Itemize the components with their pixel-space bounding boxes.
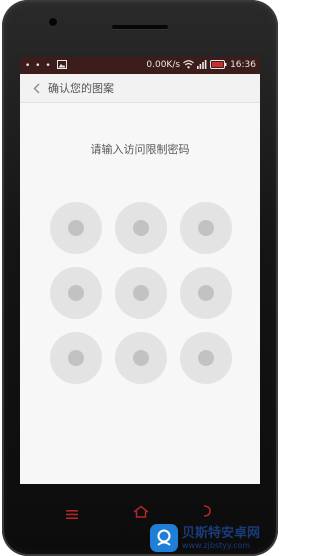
pattern-dot-1[interactable] [50,202,102,254]
pattern-dot-7[interactable] [50,332,102,384]
pattern-dot-5[interactable] [115,267,167,319]
site-watermark: 贝斯特安卓网 www.zjbstyy.com [150,522,276,554]
screen: • • • 0.00K/s 16:36 确认您的图案 请输入访问限制密码 [20,57,260,484]
front-camera [49,18,57,26]
pattern-dot-core [133,220,149,236]
pattern-dot-core [198,220,214,236]
watermark-text: 贝斯特安卓网 www.zjbstyy.com [182,526,260,551]
pattern-dot-core [133,285,149,301]
pattern-dot-4[interactable] [50,267,102,319]
watermark-url: www.zjbstyy.com [182,540,251,550]
pattern-dot-6[interactable] [180,267,232,319]
pattern-dot-3[interactable] [180,202,232,254]
phone-frame: • • • 0.00K/s 16:36 确认您的图案 请输入访问限制密码 [2,0,278,556]
home-key[interactable] [132,504,150,520]
pattern-dot-core [68,220,84,236]
pattern-grid [20,57,260,484]
pattern-dot-core [198,285,214,301]
pattern-dot-core [133,350,149,366]
menu-key[interactable] [64,506,80,520]
pattern-dot-9[interactable] [180,332,232,384]
back-icon [202,503,212,522]
pattern-dot-2[interactable] [115,202,167,254]
home-icon [133,503,149,522]
pattern-dot-core [68,350,84,366]
pattern-dot-core [68,285,84,301]
menu-icon [66,504,78,523]
pattern-dot-core [198,350,214,366]
watermark-title: 贝斯特安卓网 [182,525,261,541]
watermark-logo-icon [150,524,178,552]
back-key[interactable] [200,504,214,520]
earpiece-speaker [112,25,168,29]
pattern-dot-8[interactable] [115,332,167,384]
